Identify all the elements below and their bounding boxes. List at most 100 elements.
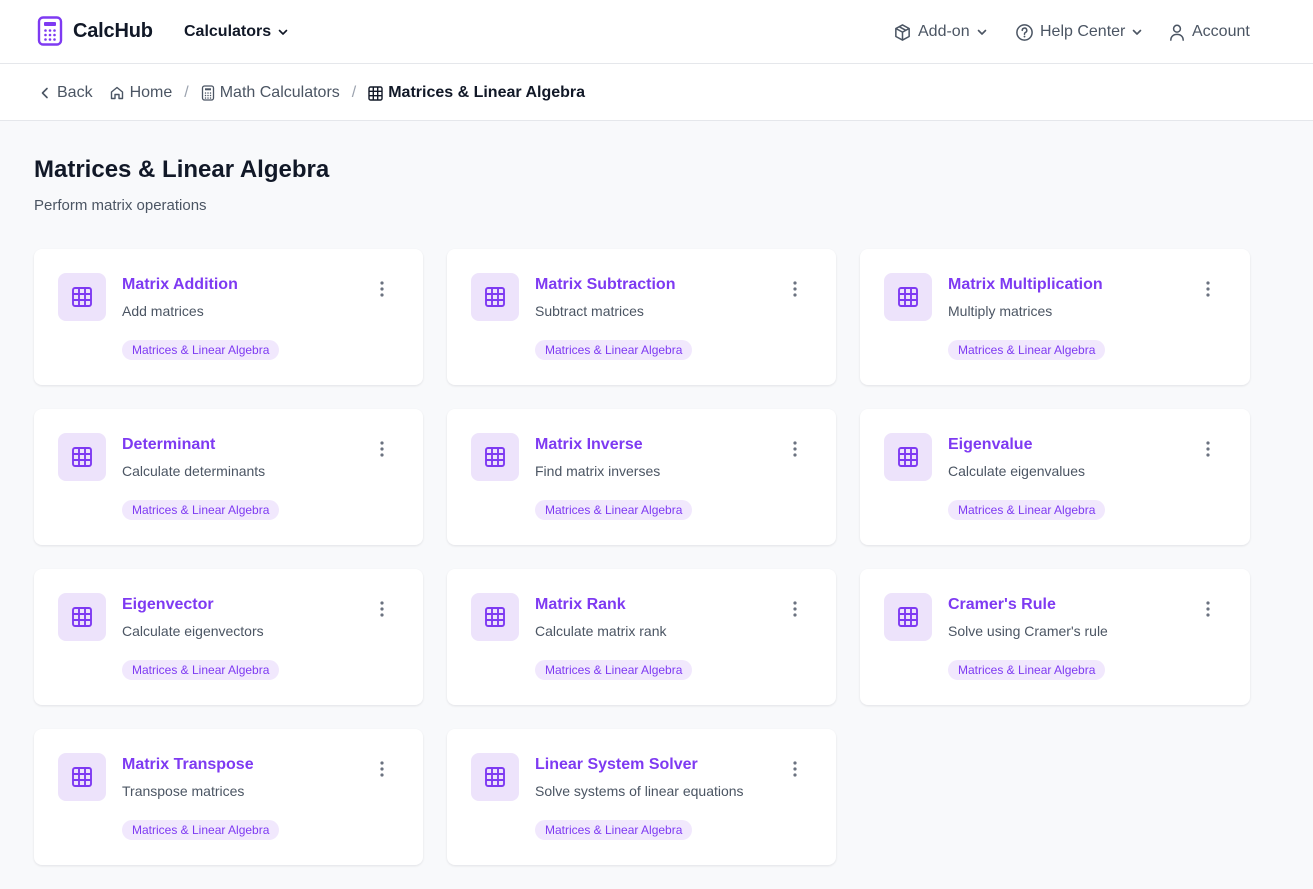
category-tag: Matrices & Linear Algebra [122, 500, 280, 520]
breadcrumb-home[interactable]: Home [109, 84, 173, 102]
category-tag: Matrices & Linear Algebra [948, 500, 1106, 520]
card-description: Find matrix inverses [535, 463, 661, 479]
calculator-card[interactable]: Matrix Multiplication Multiply matrices … [860, 249, 1250, 385]
account-button[interactable]: Account [1168, 20, 1250, 44]
calculators-menu-label: Calculators [184, 23, 272, 40]
card-description: Transpose matrices [122, 783, 245, 799]
grid-icon [72, 447, 92, 467]
grid-icon-container [884, 433, 932, 481]
calculator-card[interactable]: Determinant Calculate determinants Matri… [34, 409, 423, 545]
help-center-label: Help Center [1040, 23, 1126, 40]
grid-icon-container [471, 593, 519, 641]
more-vertical-icon [380, 441, 384, 457]
grid-icon-container [471, 753, 519, 801]
breadcrumb-separator: / [351, 84, 357, 101]
card-title[interactable]: Eigenvalue [948, 436, 1032, 454]
card-description: Multiply matrices [948, 303, 1053, 319]
card-description: Solve systems of linear equations [535, 783, 744, 799]
back-button[interactable]: Back [38, 84, 93, 102]
calculator-card[interactable]: Matrix Transpose Transpose matrices Matr… [34, 729, 423, 865]
category-tag: Matrices & Linear Algebra [535, 500, 693, 520]
more-vertical-icon [380, 601, 384, 617]
card-title[interactable]: Matrix Subtraction [535, 276, 675, 294]
breadcrumb-math-calculators[interactable]: Math Calculators [201, 84, 340, 102]
app-logo[interactable]: CalcHub [37, 16, 153, 46]
category-tag: Matrices & Linear Algebra [122, 820, 280, 840]
card-more-options-button[interactable] [787, 439, 803, 459]
addon-menu-label: Add-on [918, 23, 970, 40]
card-title[interactable]: Matrix Rank [535, 596, 626, 614]
calculator-card[interactable]: Cramer's Rule Solve using Cramer's rule … [860, 569, 1250, 705]
category-tag: Matrices & Linear Algebra [122, 340, 280, 360]
calculator-icon [37, 16, 63, 46]
card-more-options-button[interactable] [374, 279, 390, 299]
grid-icon-container [884, 593, 932, 641]
card-more-options-button[interactable] [374, 759, 390, 779]
home-icon [110, 86, 123, 100]
card-description: Calculate determinants [122, 463, 266, 479]
calculator-card[interactable]: Matrix Addition Add matrices Matrices & … [34, 249, 423, 385]
card-title[interactable]: Matrix Multiplication [948, 276, 1103, 294]
back-label: Back [57, 84, 93, 101]
calculator-card[interactable]: Matrix Inverse Find matrix inverses Matr… [447, 409, 836, 545]
card-title[interactable]: Eigenvector [122, 596, 214, 614]
card-more-options-button[interactable] [1200, 279, 1216, 299]
breadcrumb-current: Matrices & Linear Algebra [368, 84, 585, 102]
breadcrumb-home-label: Home [129, 84, 173, 101]
help-center-menu-button[interactable]: Help Center [1015, 20, 1143, 44]
card-description: Calculate eigenvectors [122, 623, 264, 639]
calculators-menu-button[interactable]: Calculators [184, 20, 289, 44]
chevron-down-icon [278, 29, 288, 35]
more-vertical-icon [793, 281, 797, 297]
card-title[interactable]: Matrix Addition [122, 276, 238, 294]
card-description: Calculate matrix rank [535, 623, 667, 639]
chevron-down-icon [977, 29, 986, 35]
addon-menu-button[interactable]: Add-on [893, 20, 988, 44]
calculator-icon [201, 85, 214, 101]
page-title: Matrices & Linear Algebra [34, 156, 330, 183]
grid-icon [485, 607, 505, 627]
card-title[interactable]: Determinant [122, 436, 215, 454]
card-description: Subtract matrices [535, 303, 644, 319]
category-tag: Matrices & Linear Algebra [535, 340, 693, 360]
card-title[interactable]: Matrix Inverse [535, 436, 643, 454]
card-more-options-button[interactable] [787, 599, 803, 619]
calculator-card[interactable]: Matrix Rank Calculate matrix rank Matric… [447, 569, 836, 705]
chevron-down-icon [1133, 29, 1142, 35]
grid-icon-container [58, 433, 106, 481]
grid-icon [898, 607, 918, 627]
category-tag: Matrices & Linear Algebra [948, 340, 1106, 360]
calculator-card[interactable]: Eigenvector Calculate eigenvectors Matri… [34, 569, 423, 705]
card-description: Calculate eigenvalues [948, 463, 1085, 479]
card-more-options-button[interactable] [374, 439, 390, 459]
grid-icon-container [58, 753, 106, 801]
grid-icon [485, 447, 505, 467]
account-label: Account [1192, 23, 1250, 40]
card-more-options-button[interactable] [1200, 599, 1216, 619]
card-more-options-button[interactable] [787, 279, 803, 299]
grid-icon [72, 607, 92, 627]
category-tag: Matrices & Linear Algebra [122, 660, 280, 680]
more-vertical-icon [793, 601, 797, 617]
chevron-left-icon [41, 87, 48, 99]
breadcrumb-separator: / [184, 84, 189, 101]
card-title[interactable]: Cramer's Rule [948, 596, 1056, 614]
grid-icon-container [471, 433, 519, 481]
card-more-options-button[interactable] [787, 759, 803, 779]
calculator-card[interactable]: Linear System Solver Solve systems of li… [447, 729, 836, 865]
category-tag: Matrices & Linear Algebra [535, 820, 693, 840]
grid-icon-container [58, 593, 106, 641]
card-title[interactable]: Linear System Solver [535, 756, 698, 774]
more-vertical-icon [793, 441, 797, 457]
breadcrumb-current-label: Matrices & Linear Algebra [388, 84, 586, 101]
card-title[interactable]: Matrix Transpose [122, 756, 254, 774]
grid-icon [485, 287, 505, 307]
calculator-card[interactable]: Eigenvalue Calculate eigenvalues Matrice… [860, 409, 1250, 545]
category-tag: Matrices & Linear Algebra [535, 660, 693, 680]
more-vertical-icon [380, 761, 384, 777]
calculator-card[interactable]: Matrix Subtraction Subtract matrices Mat… [447, 249, 836, 385]
more-vertical-icon [380, 281, 384, 297]
card-more-options-button[interactable] [1200, 439, 1216, 459]
card-more-options-button[interactable] [374, 599, 390, 619]
grid-icon [72, 767, 92, 787]
